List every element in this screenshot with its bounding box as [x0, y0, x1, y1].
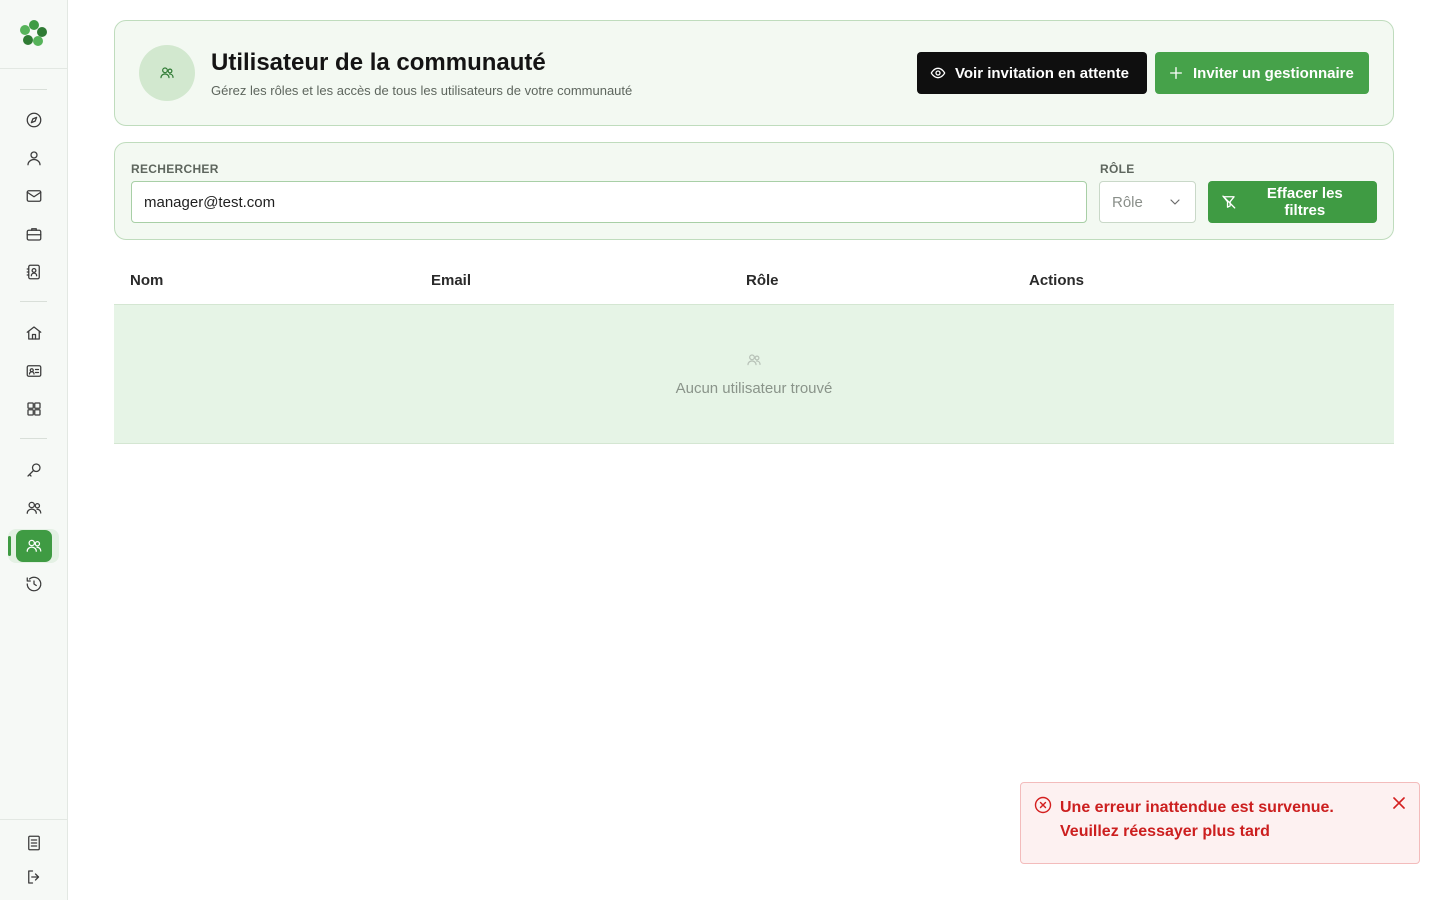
search-label: RECHERCHER: [131, 162, 219, 176]
empty-state-text: Aucun utilisateur trouvé: [675, 380, 833, 397]
sidebar-item-home[interactable]: [16, 317, 52, 349]
users-icon: [746, 352, 762, 368]
briefcase-icon: [26, 228, 42, 241]
sidebar-item-logout[interactable]: [16, 861, 52, 893]
sidebar-item-explore[interactable]: [16, 104, 52, 136]
document-icon: [28, 835, 40, 851]
history-icon: [26, 576, 42, 592]
mail-icon: [26, 190, 42, 202]
sidebar-item-community-users[interactable]: [16, 530, 52, 562]
users-icon: [26, 501, 42, 514]
page-title: Utilisateur de la communauté: [211, 49, 546, 76]
sidebar-item-messages[interactable]: [16, 180, 52, 212]
invite-manager-button[interactable]: Inviter un gestionnaire: [1155, 52, 1369, 94]
contact-book-icon: [26, 264, 40, 280]
column-header-name[interactable]: Nom: [130, 272, 163, 289]
sidebar-item-users[interactable]: [16, 492, 52, 524]
role-select-placeholder: Rôle: [1112, 193, 1143, 211]
toast-message-line1: Une erreur inattendue est survenue.: [1060, 799, 1334, 816]
compass-icon: [26, 112, 42, 128]
column-header-email[interactable]: Email: [431, 272, 471, 289]
column-header-actions: Actions: [1029, 272, 1085, 289]
users-icon: [160, 67, 174, 79]
chevron-down-icon: [1170, 199, 1180, 205]
sidebar-divider: [20, 438, 47, 439]
search-input[interactable]: [131, 181, 1087, 223]
sidebar-divider: [20, 301, 47, 302]
sidebar-item-access[interactable]: [16, 454, 52, 486]
sidebar-item-documents[interactable]: [16, 827, 52, 859]
sidebar-divider: [0, 819, 68, 820]
error-toast: Une erreur inattendue est survenue. Veui…: [1020, 782, 1420, 864]
sidebar-item-history[interactable]: [16, 568, 52, 600]
page-subtitle: Gérez les rôles et les accès de tous les…: [211, 83, 633, 98]
role-select[interactable]: Rôle: [1099, 181, 1196, 223]
sidebar-item-apps[interactable]: [16, 393, 52, 425]
sidebar: [0, 0, 68, 900]
sidebar-item-jobs[interactable]: [16, 218, 52, 250]
eye-icon: [930, 67, 946, 79]
column-header-role[interactable]: Rôle: [746, 272, 779, 289]
plus-icon: [1170, 67, 1182, 79]
sidebar-divider: [0, 68, 68, 69]
clear-filters-button[interactable]: Effacer les filtres: [1208, 181, 1377, 223]
home-icon: [26, 326, 42, 340]
error-circle-icon: [1033, 795, 1053, 815]
grid-icon: [27, 402, 41, 416]
toast-message-line2: Veuillez réessayer plus tard: [1060, 823, 1270, 840]
key-icon: [27, 463, 41, 477]
sidebar-active-indicator: [8, 536, 11, 556]
role-label: RÔLE: [1100, 162, 1135, 176]
sidebar-divider: [20, 89, 47, 90]
view-pending-invitations-button[interactable]: Voir invitation en attente: [917, 52, 1147, 94]
header-avatar: [139, 45, 195, 101]
clover-logo-icon[interactable]: [19, 18, 49, 48]
user-icon: [27, 151, 41, 166]
page-header: Utilisateur de la communauté Gérez les r…: [114, 20, 1394, 126]
close-icon[interactable]: [1389, 793, 1409, 813]
users-icon: [26, 539, 42, 552]
sidebar-item-profile[interactable]: [16, 142, 52, 174]
invite-manager-label: Inviter un gestionnaire: [1193, 64, 1354, 82]
id-card-icon: [26, 365, 42, 377]
clear-filters-label: Effacer les filtres: [1266, 185, 1343, 219]
filter-off-icon: [1222, 195, 1236, 209]
sidebar-item-contacts[interactable]: [16, 256, 52, 288]
filters-panel: RECHERCHER RÔLE Rôle Effacer les filtres: [114, 142, 1394, 240]
view-pending-label: Voir invitation en attente: [955, 64, 1129, 82]
logout-icon: [28, 870, 40, 884]
sidebar-item-id-card[interactable]: [16, 355, 52, 387]
empty-state: Aucun utilisateur trouvé: [114, 305, 1394, 444]
